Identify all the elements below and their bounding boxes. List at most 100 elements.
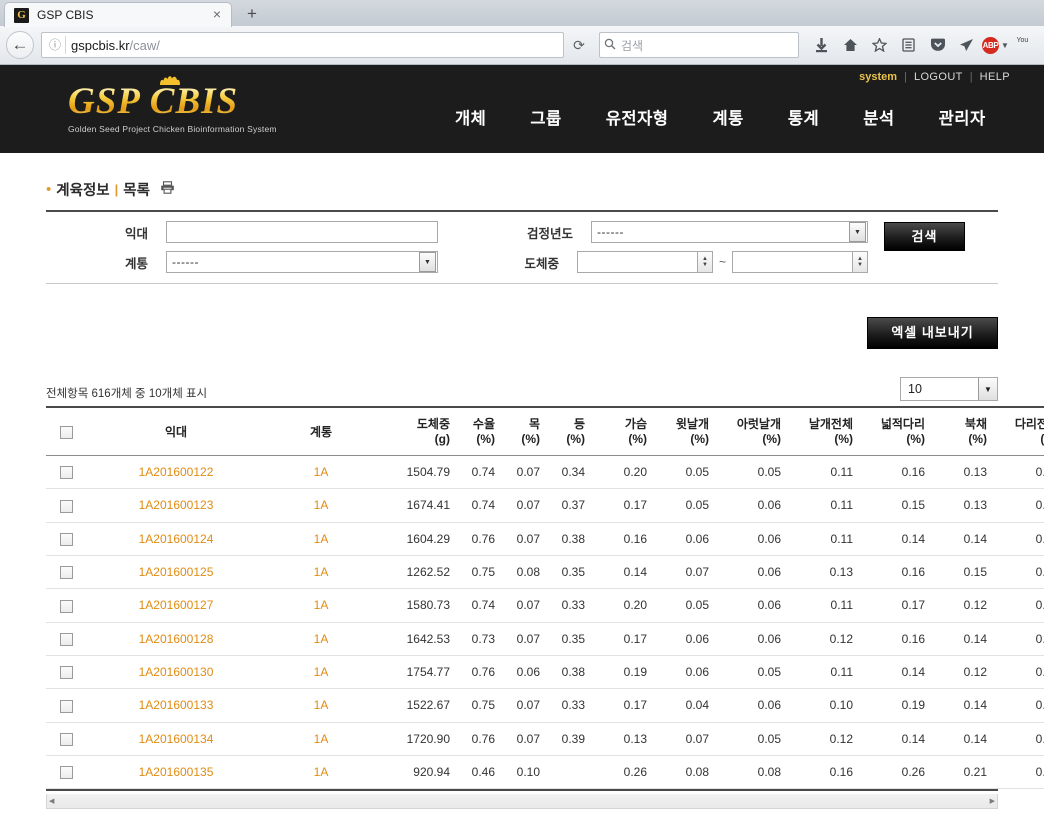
library-icon[interactable] (895, 32, 922, 59)
new-tab-icon[interactable]: + (236, 3, 268, 25)
table-row[interactable]: 1A201600123 1A 1674.41 0.74 0.07 0.37 0.… (46, 488, 1044, 523)
line-link[interactable]: 1A (314, 632, 329, 646)
line-link[interactable]: 1A (314, 598, 329, 612)
adblock-plus-icon[interactable]: ABP ▼ (982, 32, 1009, 59)
scroll-right-icon[interactable]: ▶ (990, 797, 995, 805)
ikdae-link[interactable]: 1A201600124 (139, 532, 214, 546)
ikdae-link[interactable]: 1A201600122 (139, 465, 214, 479)
nav-item-group[interactable]: 그룹 (530, 105, 561, 129)
table-row[interactable]: 1A201600130 1A 1754.77 0.76 0.06 0.38 0.… (46, 655, 1044, 690)
nav-item-analysis[interactable]: 분석 (863, 105, 894, 129)
row-checkbox[interactable] (59, 732, 73, 746)
youtube-icon[interactable]: You (1011, 32, 1038, 59)
row-checkbox[interactable] (59, 632, 73, 646)
line-link[interactable]: 1A (314, 732, 329, 746)
header-upper-wing[interactable]: 윗날개 (%) (651, 406, 713, 456)
table-row[interactable]: 1A201600128 1A 1642.53 0.73 0.07 0.35 0.… (46, 622, 1044, 656)
line-link[interactable]: 1A (314, 698, 329, 712)
excel-export-button[interactable]: 엑셀 내보내기 (867, 317, 998, 349)
header-yield[interactable]: 수율 (%) (454, 406, 499, 456)
scroll-left-icon[interactable]: ◀ (49, 797, 54, 805)
ikdae-link[interactable]: 1A201600134 (139, 732, 214, 746)
stepper-down-icon[interactable]: ▼ (857, 262, 863, 268)
browser-search-box[interactable]: 검색 (599, 32, 799, 58)
header-leg-total[interactable]: 다리전체(%) (991, 406, 1044, 456)
nav-item-statistics[interactable]: 통계 (788, 105, 819, 129)
logout-link[interactable]: LOGOUT (914, 71, 963, 83)
table-row[interactable]: 1A201600133 1A 1522.67 0.75 0.07 0.33 0.… (46, 688, 1044, 723)
weight-max-stepper[interactable]: ▲ ▼ (732, 251, 868, 273)
ikdae-link[interactable]: 1A201600125 (139, 565, 214, 579)
ikdae-link[interactable]: 1A201600130 (139, 665, 214, 679)
nav-item-genotype[interactable]: 유전자형 (606, 105, 669, 129)
nav-item-gaeche[interactable]: 개체 (455, 105, 486, 129)
line-link[interactable]: 1A (314, 665, 329, 679)
header-breast[interactable]: 가슴 (%) (589, 406, 651, 456)
header-neck[interactable]: 목 (%) (499, 406, 544, 456)
table-row[interactable]: 1A201600134 1A 1720.90 0.76 0.07 0.39 0.… (46, 722, 1044, 756)
line-link[interactable]: 1A (314, 532, 329, 546)
cell-wing-total: 0.11 (785, 455, 857, 490)
line-link[interactable]: 1A (314, 565, 329, 579)
horizontal-scrollbar[interactable]: ◀ ▶ (46, 794, 998, 810)
table-row[interactable]: 1A201600124 1A 1604.29 0.76 0.07 0.38 0.… (46, 522, 1044, 556)
ikdae-link[interactable]: 1A201600135 (139, 765, 214, 779)
header-weight[interactable]: 도체중 (g) (376, 406, 454, 456)
table-row[interactable]: 1A201600122 1A 1504.79 0.74 0.07 0.34 0.… (46, 455, 1044, 490)
header-ikdae[interactable]: 익대 (86, 406, 266, 456)
ikdae-link[interactable]: 1A201600127 (139, 598, 214, 612)
ikdae-input[interactable] (166, 221, 438, 243)
browser-tab[interactable]: G GSP CBIS × (4, 2, 232, 27)
header-thigh[interactable]: 넓적다리 (%) (857, 406, 929, 456)
pocket-icon[interactable] (924, 32, 951, 59)
site-logo[interactable]: GSP CBIS Golden Seed Project Chicken Bio… (68, 76, 277, 134)
stepper-buttons[interactable]: ▲ ▼ (696, 251, 713, 273)
line-link[interactable]: 1A (314, 465, 329, 479)
row-checkbox[interactable] (59, 766, 73, 780)
line-select[interactable]: ------ ▼ (166, 251, 438, 273)
row-checkbox[interactable] (59, 599, 73, 613)
table-row[interactable]: 1A201600125 1A 1262.52 0.75 0.08 0.35 0.… (46, 555, 1044, 590)
row-checkbox[interactable] (59, 466, 73, 480)
download-icon[interactable] (808, 32, 835, 59)
page-size-select[interactable]: 10 ▼ (900, 377, 998, 401)
stepper-buttons[interactable]: ▲ ▼ (852, 251, 868, 273)
back-icon[interactable]: ← (6, 31, 34, 59)
table-row[interactable]: 1A201600135 1A 920.94 0.46 0.10 0.26 0.0… (46, 755, 1044, 790)
bookmark-star-icon[interactable] (866, 32, 893, 59)
row-checkbox[interactable] (59, 666, 73, 680)
send-icon[interactable] (953, 32, 980, 59)
address-bar[interactable]: ⓘ gspcbis.kr/caw/ (41, 32, 564, 58)
ikdae-link[interactable]: 1A201600123 (139, 498, 214, 512)
nav-item-admin[interactable]: 관리자 (939, 105, 986, 129)
row-checkbox[interactable] (59, 699, 73, 713)
ikdae-link[interactable]: 1A201600133 (139, 698, 214, 712)
line-link[interactable]: 1A (314, 498, 329, 512)
print-icon[interactable] (160, 180, 175, 199)
row-checkbox[interactable] (59, 532, 73, 546)
table-row[interactable]: 1A201600127 1A 1580.73 0.74 0.07 0.33 0.… (46, 588, 1044, 623)
select-all-checkbox[interactable] (59, 425, 73, 439)
weight-max-input[interactable] (732, 251, 852, 273)
header-lower-wing[interactable]: 아럿날개 (%) (713, 406, 785, 456)
header-line[interactable]: 계통 (266, 406, 376, 456)
help-link[interactable]: HELP (980, 71, 1010, 83)
home-icon[interactable] (837, 32, 864, 59)
search-button[interactable]: 검색 (884, 222, 965, 251)
row-checkbox[interactable] (59, 499, 73, 513)
close-icon[interactable]: × (209, 7, 225, 23)
year-select[interactable]: ------ ▼ (590, 221, 868, 243)
weight-min-input[interactable] (576, 251, 697, 273)
row-checkbox[interactable] (59, 566, 73, 580)
weight-min-stepper[interactable]: ▲ ▼ (576, 251, 713, 273)
header-drumstick[interactable]: 북채 (%) (929, 406, 991, 456)
reload-icon[interactable]: ⟳ (567, 33, 591, 57)
header-back[interactable]: 등 (%) (544, 406, 589, 456)
site-identity-icon[interactable]: ⓘ (46, 36, 64, 54)
nav-item-line[interactable]: 계통 (712, 105, 743, 129)
chevron-down-icon[interactable]: ▼ (1001, 41, 1009, 50)
ikdae-link[interactable]: 1A201600128 (139, 632, 214, 646)
header-wing-total[interactable]: 날개전체 (%) (785, 406, 857, 456)
stepper-down-icon[interactable]: ▼ (702, 262, 708, 268)
line-link[interactable]: 1A (314, 765, 329, 779)
